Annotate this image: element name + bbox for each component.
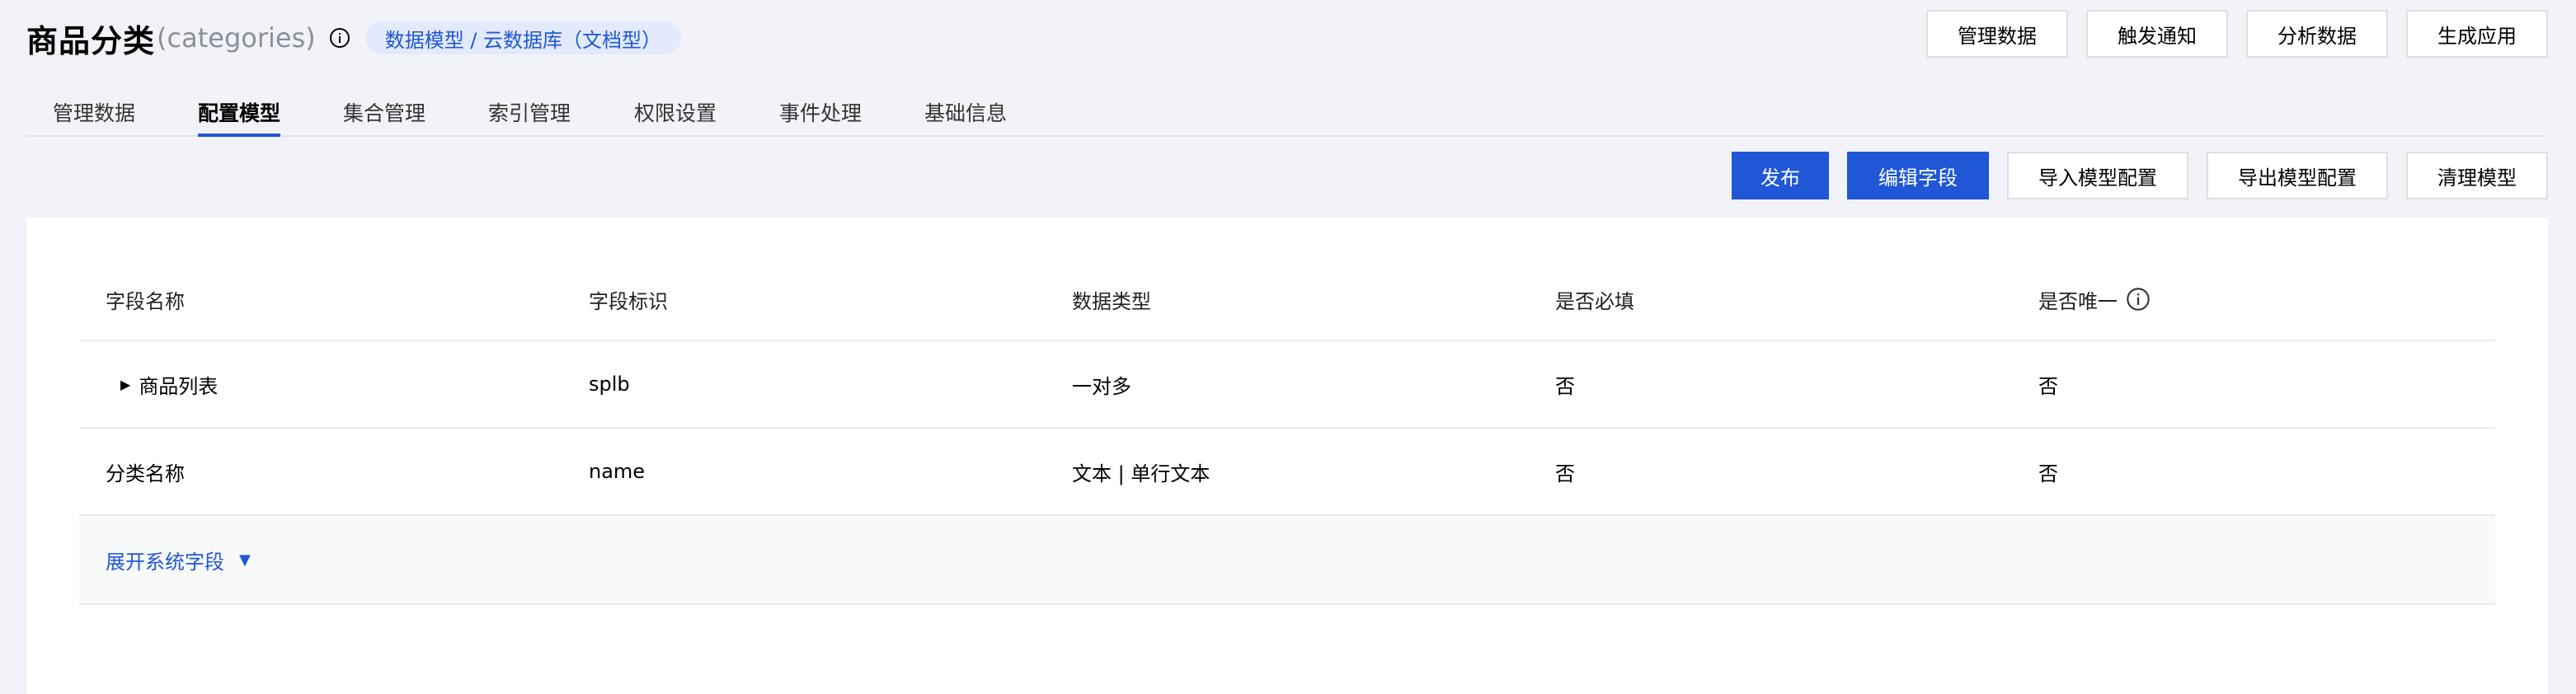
- tab-permission-settings[interactable]: 权限设置: [634, 97, 717, 127]
- field-unique: 否: [2038, 374, 2058, 398]
- field-required: 否: [1555, 374, 1575, 398]
- table-header-row: 字段名称 字段标识 数据类型 是否必填 是否唯一: [79, 259, 2495, 341]
- column-header-unique: 是否唯一: [2038, 259, 2151, 340]
- field-key: name: [589, 460, 646, 483]
- table-row[interactable]: ▶ 商品列表 splb 一对多 否 否: [79, 341, 2495, 429]
- manage-data-button[interactable]: 管理数据: [1926, 10, 2068, 58]
- tab-configure-model[interactable]: 配置模型: [198, 97, 281, 137]
- tab-manage-data[interactable]: 管理数据: [53, 97, 135, 127]
- column-header-data-type: 数据类型: [1072, 289, 1151, 313]
- trigger-notification-button[interactable]: 触发通知: [2086, 10, 2228, 58]
- field-required: 否: [1555, 462, 1575, 485]
- info-icon[interactable]: [329, 27, 350, 49]
- tab-basic-info[interactable]: 基础信息: [924, 97, 1007, 127]
- field-name: 商品列表: [139, 374, 219, 398]
- triangle-down-icon: ▼: [239, 551, 251, 569]
- table-row[interactable]: 分类名称 name 文本 | 单行文本 否 否: [79, 429, 2495, 516]
- field-type: 文本 | 单行文本: [1072, 462, 1210, 485]
- edit-fields-button[interactable]: 编辑字段: [1847, 152, 1989, 199]
- fields-panel: 字段名称 字段标识 数据类型 是否必填 是否唯一 ▶ 商品列表 splb 一对多…: [26, 218, 2548, 694]
- tab-bar: 管理数据 配置模型 集合管理 索引管理 权限设置 事件处理 基础信息: [26, 86, 2548, 137]
- top-actions: 管理数据 触发通知 分析数据 生成应用: [1926, 10, 2548, 58]
- page-subtitle: (categories): [157, 22, 316, 54]
- tab-index-management[interactable]: 索引管理: [488, 97, 571, 127]
- publish-button[interactable]: 发布: [1732, 152, 1829, 199]
- page-header: 商品分类 (categories) 数据模型 / 云数据库（文档型）: [26, 13, 682, 63]
- column-header-unique-label: 是否唯一: [2038, 289, 2118, 313]
- model-type-badge: 数据模型 / 云数据库（文档型）: [364, 21, 682, 54]
- tab-event-handling[interactable]: 事件处理: [779, 97, 862, 127]
- triangle-right-icon[interactable]: ▶: [120, 377, 130, 392]
- model-toolbar: 发布 编辑字段 导入模型配置 导出模型配置 清理模型: [1732, 152, 2548, 199]
- column-header-field-key: 字段标识: [589, 289, 668, 313]
- fields-table: 字段名称 字段标识 数据类型 是否必填 是否唯一 ▶ 商品列表 splb 一对多…: [79, 259, 2495, 605]
- field-name-cell: ▶ 商品列表: [114, 341, 218, 427]
- field-name: 分类名称: [106, 462, 185, 485]
- field-key: splb: [589, 373, 630, 396]
- column-header-field-name: 字段名称: [106, 289, 185, 313]
- field-unique: 否: [2038, 462, 2058, 485]
- analyze-data-button[interactable]: 分析数据: [2246, 10, 2388, 58]
- generate-app-button[interactable]: 生成应用: [2406, 10, 2548, 58]
- field-type: 一对多: [1072, 374, 1131, 398]
- export-model-config-button[interactable]: 导出模型配置: [2207, 152, 2388, 199]
- tab-collection-management[interactable]: 集合管理: [343, 97, 425, 127]
- expand-system-fields-link[interactable]: 展开系统字段 ▼: [106, 516, 251, 603]
- expand-system-fields-row: 展开系统字段 ▼: [79, 516, 2495, 605]
- clear-model-button[interactable]: 清理模型: [2406, 152, 2548, 199]
- page-title: 商品分类: [26, 22, 156, 59]
- import-model-config-button[interactable]: 导入模型配置: [2007, 152, 2188, 199]
- expand-system-fields-label: 展开系统字段: [106, 550, 224, 574]
- info-icon[interactable]: [2126, 287, 2151, 312]
- column-header-required: 是否必填: [1555, 289, 1634, 313]
